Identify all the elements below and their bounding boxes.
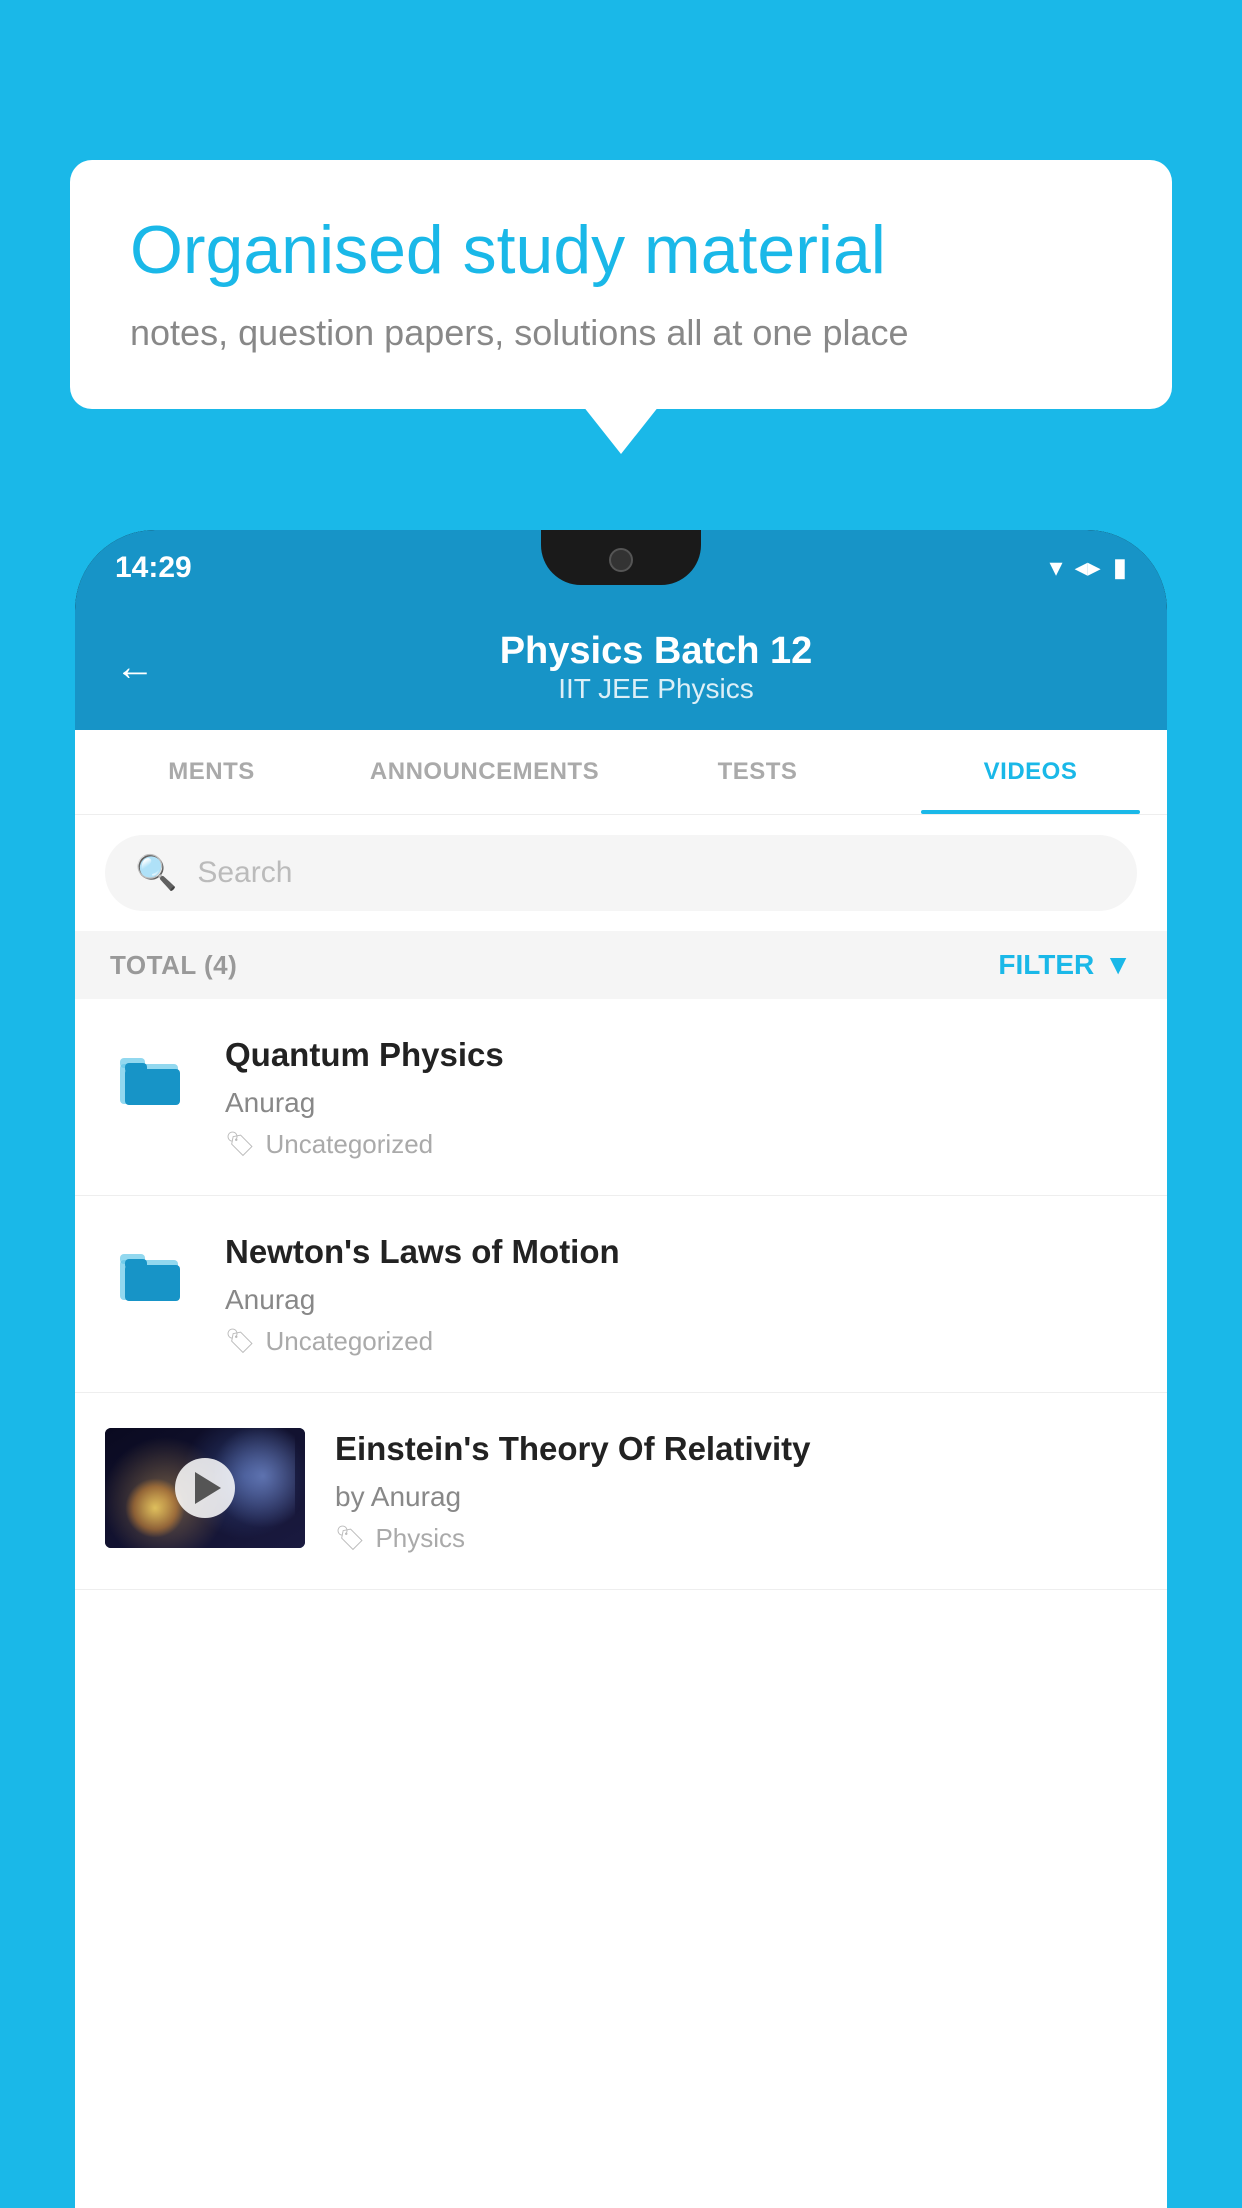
notch <box>541 530 701 585</box>
header-subtitle: IIT JEE Physics <box>185 673 1127 705</box>
total-count: TOTAL (4) <box>110 950 237 981</box>
video-tag: 🏷 Uncategorized <box>225 1326 1137 1357</box>
video-list: Quantum Physics Anurag 🏷 Uncategorized <box>75 999 1167 2208</box>
folder-icon <box>115 1238 185 1313</box>
battery-icon: ▮ <box>1113 552 1127 583</box>
list-item[interactable]: Newton's Laws of Motion Anurag 🏷 Uncateg… <box>75 1196 1167 1393</box>
filter-button[interactable]: FILTER ▼ <box>998 949 1132 981</box>
tag-icon: 🏷 <box>225 1130 255 1159</box>
wifi-icon: ▾ <box>1050 552 1063 583</box>
tab-videos[interactable]: VIDEOS <box>894 730 1167 814</box>
bubble-title: Organised study material <box>130 210 1112 292</box>
bubble-subtitle: notes, question papers, solutions all at… <box>130 312 1112 354</box>
signal-icon: ◂▸ <box>1075 552 1101 583</box>
folder-icon <box>115 1042 185 1117</box>
speech-bubble: Organised study material notes, question… <box>70 160 1172 409</box>
filter-bar: TOTAL (4) FILTER ▼ <box>75 931 1167 999</box>
search-bar[interactable]: 🔍 Search <box>105 835 1137 911</box>
video-thumbnail <box>105 1428 305 1548</box>
video-info: Quantum Physics Anurag 🏷 Uncategorized <box>225 1034 1137 1160</box>
app-header: ← Physics Batch 12 IIT JEE Physics <box>75 605 1167 730</box>
video-tag: 🏷 Physics <box>335 1523 1137 1554</box>
tab-tests[interactable]: TESTS <box>621 730 894 814</box>
folder-icon-container <box>105 1231 195 1321</box>
play-triangle <box>195 1472 221 1504</box>
status-icons: ▾ ◂▸ ▮ <box>1050 552 1127 583</box>
tabs-container: MENTS ANNOUNCEMENTS TESTS VIDEOS <box>75 730 1167 815</box>
tab-ments[interactable]: MENTS <box>75 730 348 814</box>
filter-label: FILTER <box>998 949 1094 981</box>
speech-bubble-container: Organised study material notes, question… <box>70 160 1172 409</box>
search-icon: 🔍 <box>135 853 177 893</box>
video-title: Einstein's Theory Of Relativity <box>335 1428 1137 1471</box>
video-info: Newton's Laws of Motion Anurag 🏷 Uncateg… <box>225 1231 1137 1357</box>
header-title: Physics Batch 12 <box>185 630 1127 673</box>
tag-label: Uncategorized <box>265 1129 433 1160</box>
video-title: Quantum Physics <box>225 1034 1137 1077</box>
video-author: by Anurag <box>335 1481 1137 1513</box>
play-button[interactable] <box>175 1458 235 1518</box>
list-item[interactable]: Einstein's Theory Of Relativity by Anura… <box>75 1393 1167 1590</box>
folder-icon-container <box>105 1034 195 1124</box>
header-title-area: Physics Batch 12 IIT JEE Physics <box>185 630 1127 705</box>
list-item[interactable]: Quantum Physics Anurag 🏷 Uncategorized <box>75 999 1167 1196</box>
video-author: Anurag <box>225 1087 1137 1119</box>
camera <box>609 548 633 572</box>
video-author: Anurag <box>225 1284 1137 1316</box>
phone-inner: 14:29 ▾ ◂▸ ▮ ← Physics Batch 12 IIT JEE … <box>75 530 1167 2208</box>
video-tag: 🏷 Uncategorized <box>225 1129 1137 1160</box>
app-content: 🔍 Search TOTAL (4) FILTER ▼ <box>75 815 1167 2208</box>
status-bar: 14:29 ▾ ◂▸ ▮ <box>75 530 1167 605</box>
tag-label: Uncategorized <box>265 1326 433 1357</box>
search-container: 🔍 Search <box>75 815 1167 931</box>
video-info: Einstein's Theory Of Relativity by Anura… <box>335 1428 1137 1554</box>
tag-label: Physics <box>375 1523 465 1554</box>
back-button[interactable]: ← <box>115 645 155 690</box>
tag-icon: 🏷 <box>335 1524 365 1553</box>
phone-frame: 14:29 ▾ ◂▸ ▮ ← Physics Batch 12 IIT JEE … <box>75 530 1167 2208</box>
status-time: 14:29 <box>115 551 192 585</box>
filter-icon: ▼ <box>1104 949 1132 981</box>
video-title: Newton's Laws of Motion <box>225 1231 1137 1274</box>
tag-icon: 🏷 <box>225 1327 255 1356</box>
search-placeholder: Search <box>197 856 292 890</box>
tab-announcements[interactable]: ANNOUNCEMENTS <box>348 730 621 814</box>
